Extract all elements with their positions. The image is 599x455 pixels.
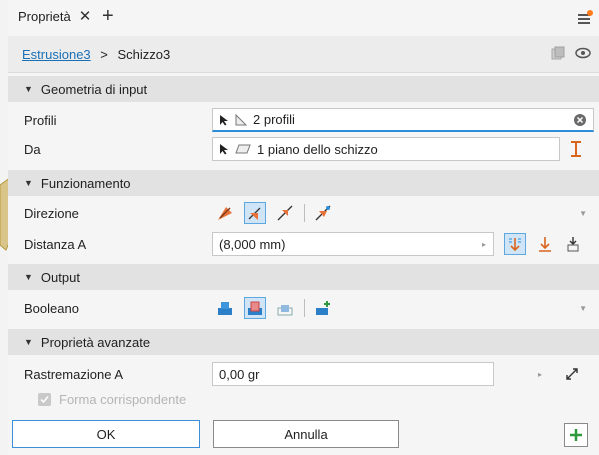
cursor-arrow-icon bbox=[220, 144, 228, 155]
section-title: Geometria di input bbox=[40, 81, 148, 97]
extent-through-all-icon[interactable] bbox=[562, 233, 584, 255]
section-advanced-properties[interactable]: ▼ Proprietà avanzate bbox=[8, 329, 599, 355]
extent-to-icon[interactable] bbox=[534, 233, 556, 255]
section-title: Funzionamento bbox=[40, 175, 131, 191]
flip-taper-icon[interactable] bbox=[564, 366, 580, 382]
row-direction: Direzione ▼ bbox=[8, 198, 599, 228]
row-taper: Rastremazione A 0,00 gr ▸ bbox=[8, 359, 599, 389]
profile-shape-icon bbox=[235, 113, 247, 125]
taper-value: 0,00 gr bbox=[219, 366, 260, 382]
ok-button[interactable]: OK bbox=[12, 420, 200, 448]
collapse-triangle-icon: ▼ bbox=[24, 337, 33, 347]
direction-flipped-icon[interactable] bbox=[244, 202, 266, 224]
breadcrumb: Estrusione3 > Schizzo3 bbox=[8, 36, 599, 73]
direction-symmetric-icon[interactable] bbox=[274, 202, 296, 224]
collapse-triangle-icon: ▼ bbox=[24, 178, 33, 188]
profiles-selection-field[interactable]: 2 profili bbox=[212, 108, 594, 132]
section-output[interactable]: ▼ Output bbox=[8, 264, 599, 290]
plane-icon bbox=[235, 144, 251, 154]
match-shape-label: Forma corrispondente bbox=[59, 392, 187, 407]
checkbox-checked-icon bbox=[38, 393, 51, 406]
row-profiles: Profili 2 profili bbox=[8, 105, 599, 135]
collapse-triangle-icon: ▼ bbox=[24, 84, 33, 94]
copy-icon[interactable] bbox=[551, 46, 565, 60]
row-distance: Distanza A (8,000 mm) ▸ bbox=[8, 229, 599, 259]
section-input-geometry[interactable]: ▼ Geometria di input bbox=[8, 76, 599, 102]
notification-dot bbox=[587, 10, 593, 16]
tab-title: Proprietà bbox=[18, 9, 71, 24]
cursor-arrow-icon bbox=[220, 114, 228, 125]
section-title: Proprietà avanzate bbox=[40, 334, 151, 350]
properties-panel: Proprietà ✕ + Estrusione3 > Schizzo3 ▼ G… bbox=[8, 0, 599, 455]
taper-menu-arrow-icon[interactable]: ▸ bbox=[538, 370, 542, 379]
boolean-join-icon[interactable] bbox=[214, 297, 236, 319]
menu-icon[interactable] bbox=[577, 8, 595, 26]
tab-bar: Proprietà ✕ + bbox=[8, 0, 599, 36]
profiles-label: Profili bbox=[24, 112, 57, 128]
clear-selection-icon[interactable] bbox=[573, 113, 587, 127]
extent-distance-icon[interactable] bbox=[504, 233, 526, 255]
direction-label: Direzione bbox=[24, 205, 79, 221]
plane-value: 1 piano dello schizzo bbox=[257, 141, 378, 157]
breadcrumb-current: Schizzo3 bbox=[117, 47, 171, 62]
boolean-label: Booleano bbox=[24, 300, 79, 316]
boolean-intersect-icon[interactable] bbox=[274, 297, 296, 319]
add-feature-icon[interactable] bbox=[564, 423, 588, 447]
match-shape-checkbox[interactable]: Forma corrispondente bbox=[38, 392, 186, 407]
tab-properties[interactable]: Proprietà ✕ bbox=[18, 9, 91, 24]
dropdown-arrow-icon[interactable]: ▼ bbox=[579, 209, 587, 218]
taper-label: Rastremazione A bbox=[24, 366, 123, 382]
distance-menu-arrow-icon[interactable]: ▸ bbox=[482, 240, 486, 249]
boolean-new-solid-icon[interactable] bbox=[312, 297, 334, 319]
direction-asymmetric-icon[interactable] bbox=[312, 202, 334, 224]
collapse-triangle-icon: ▼ bbox=[24, 272, 33, 282]
dropdown-arrow-icon[interactable]: ▼ bbox=[579, 304, 587, 313]
taper-input[interactable]: 0,00 gr bbox=[212, 362, 494, 386]
distance-value: (8,000 mm) bbox=[219, 236, 286, 252]
cancel-button[interactable]: Annulla bbox=[213, 420, 399, 448]
start-offset-icon[interactable] bbox=[570, 140, 582, 158]
profiles-value: 2 profili bbox=[253, 112, 295, 127]
direction-default-icon[interactable] bbox=[214, 202, 236, 224]
close-icon[interactable]: ✕ bbox=[79, 9, 92, 24]
row-boolean: Booleano ▼ bbox=[8, 293, 599, 323]
section-behaviour[interactable]: ▼ Funzionamento bbox=[8, 170, 599, 196]
boolean-cut-icon[interactable] bbox=[244, 297, 266, 319]
plane-selection-field[interactable]: 1 piano dello schizzo bbox=[212, 137, 560, 161]
add-tab-icon[interactable]: + bbox=[102, 6, 114, 26]
distance-input[interactable]: (8,000 mm) bbox=[212, 232, 494, 256]
breadcrumb-parent-link[interactable]: Estrusione3 bbox=[22, 47, 91, 62]
breadcrumb-separator: > bbox=[100, 47, 108, 62]
row-from-plane: Da 1 piano dello schizzo bbox=[8, 134, 599, 164]
section-title: Output bbox=[40, 269, 80, 285]
from-label: Da bbox=[24, 141, 41, 157]
visibility-eye-icon[interactable] bbox=[575, 47, 591, 59]
distance-label: Distanza A bbox=[24, 236, 87, 252]
